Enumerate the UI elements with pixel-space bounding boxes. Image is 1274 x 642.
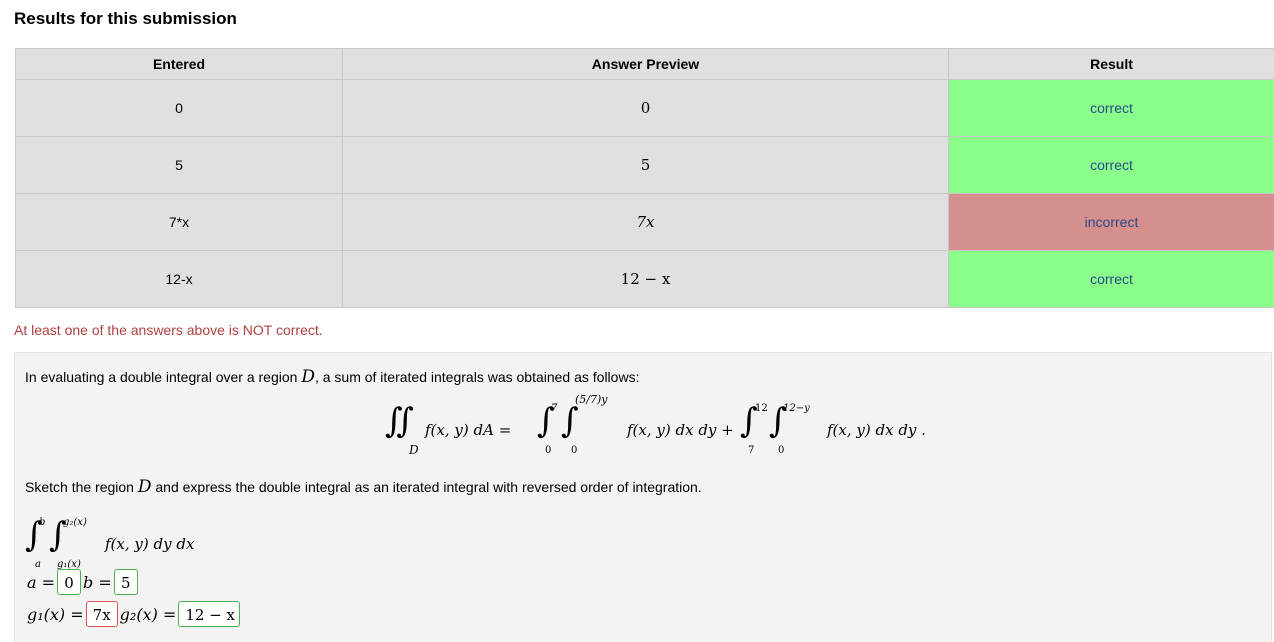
- preview-cell: 7x: [342, 193, 949, 251]
- g1-input[interactable]: 7x: [85, 601, 118, 627]
- int2-lower-inner: 0: [778, 445, 785, 456]
- g-functions-row: g₁(x) = 7x g₂(x) = 12 − x: [25, 601, 241, 631]
- sketch-text-post: and express the double integral as an it…: [151, 479, 702, 495]
- table-row: 5 5 correct: [15, 136, 1274, 194]
- header-answer-preview: Answer Preview: [342, 48, 949, 80]
- entered-cell: 7*x: [15, 193, 343, 251]
- sketch-text-pre: Sketch the region: [25, 479, 138, 495]
- int1-lower-inner: 0: [571, 445, 578, 456]
- region-var: D: [301, 367, 315, 387]
- intro-text-post: , a sum of iterated integrals was obtain…: [314, 369, 640, 385]
- preview-cell: 0: [342, 79, 949, 137]
- region-subscript: D: [409, 443, 419, 457]
- answer-integral-template: ∫ b a ∫ g₂(x) g₁(x) f(x, y) dy dx: [25, 511, 325, 571]
- inner-upper-limit: g₂(x): [63, 517, 87, 528]
- result-cell: correct: [948, 79, 1274, 137]
- table-row: 0 0 correct: [15, 79, 1274, 137]
- problem-panel: In evaluating a double integral over a r…: [14, 352, 1272, 642]
- double-integral-symbol: ∬: [385, 401, 414, 441]
- entered-cell: 5: [15, 136, 343, 194]
- term2: f(x, y) dx dy .: [827, 421, 926, 439]
- term1: f(x, y) dx dy +: [627, 421, 734, 439]
- results-heading: Results for this submission: [14, 9, 237, 28]
- incorrect-warning: At least one of the answers above is NOT…: [14, 322, 323, 338]
- bounds-row: a = 0 b = 5: [25, 569, 138, 599]
- table-row: 12-x 12 − x correct: [15, 250, 1274, 308]
- entered-cell: 0: [15, 79, 343, 137]
- int1-lower-outer: 0: [545, 445, 552, 456]
- g1-label: g₁(x) =: [27, 604, 84, 624]
- g2-input[interactable]: 12 − x: [178, 601, 241, 627]
- table-row: 7*x 7x incorrect: [15, 193, 1274, 251]
- g2-label: g₂(x) =: [119, 604, 177, 624]
- b-input[interactable]: 5: [113, 569, 138, 595]
- int2-upper-inner: 12−y: [783, 403, 810, 414]
- region-var: D: [137, 477, 152, 497]
- results-table: Entered Answer Preview Result 0 0 correc…: [15, 48, 1274, 308]
- integral-equation: ∬ D f(x, y) dA = ∫ 7 0 ∫ (5/7)y 0 f(x, y…: [385, 393, 945, 459]
- header-result: Result: [948, 48, 1274, 80]
- lhs-integrand: f(x, y) dA =: [425, 421, 512, 439]
- int1-upper-outer: 7: [551, 403, 558, 414]
- preview-cell: 5: [342, 136, 949, 194]
- a-input[interactable]: 0: [57, 569, 82, 595]
- b-label: b =: [83, 572, 112, 592]
- preview-cell: 12 − x: [342, 250, 949, 308]
- header-entered: Entered: [15, 48, 343, 80]
- entered-cell: 12-x: [15, 250, 343, 308]
- int1-upper-inner: (5/7)y: [575, 393, 608, 406]
- outer-upper-limit: b: [39, 517, 46, 528]
- result-cell: incorrect: [948, 193, 1274, 251]
- int2-upper-outer: 12: [755, 403, 768, 414]
- sketch-instruction: Sketch the region D and express the doub…: [25, 477, 702, 497]
- int2-lower-outer: 7: [748, 445, 755, 456]
- problem-intro: In evaluating a double integral over a r…: [25, 367, 639, 387]
- inner-integral-1: ∫: [561, 401, 579, 441]
- answer-integrand: f(x, y) dy dx: [105, 535, 195, 553]
- result-cell: correct: [948, 136, 1274, 194]
- result-cell: correct: [948, 250, 1274, 308]
- a-label: a =: [27, 572, 56, 592]
- intro-text-pre: In evaluating a double integral over a r…: [25, 369, 302, 385]
